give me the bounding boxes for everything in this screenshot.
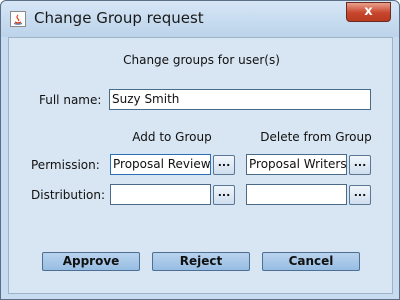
delete-from-group-header: Delete from Group <box>260 130 372 144</box>
distribution-add-browse-button[interactable]: ... <box>213 185 235 205</box>
distribution-add-field[interactable] <box>110 184 211 205</box>
dialog-content: Change groups for user(s) Full name: Suz… <box>8 37 393 294</box>
form-heading: Change groups for user(s) <box>123 53 280 67</box>
approve-button[interactable]: Approve <box>42 252 140 271</box>
title-bar[interactable]: Change Group request x <box>1 1 399 37</box>
permission-add-browse-button[interactable]: ... <box>213 155 235 175</box>
permission-delete-browse-button[interactable]: ... <box>349 155 371 175</box>
reject-button[interactable]: Reject <box>152 252 250 271</box>
close-icon: x <box>364 4 373 19</box>
distribution-delete-field[interactable] <box>246 184 347 205</box>
window-title: Change Group request <box>34 9 204 27</box>
dialog-window: Change Group request x Change groups for… <box>0 0 400 300</box>
permission-add-field[interactable]: Proposal Reviewers <box>110 154 211 175</box>
full-name-label: Full name: <box>39 93 102 107</box>
add-to-group-header: Add to Group <box>132 130 212 144</box>
distribution-delete-browse-button[interactable]: ... <box>349 185 371 205</box>
permission-label: Permission: <box>31 158 100 172</box>
close-button[interactable]: x <box>346 2 391 22</box>
distribution-label: Distribution: <box>31 188 106 202</box>
cancel-button[interactable]: Cancel <box>262 252 360 271</box>
full-name-field[interactable]: Suzy Smith <box>109 89 371 110</box>
java-icon <box>10 11 26 27</box>
permission-delete-field[interactable]: Proposal Writers <box>246 154 347 175</box>
